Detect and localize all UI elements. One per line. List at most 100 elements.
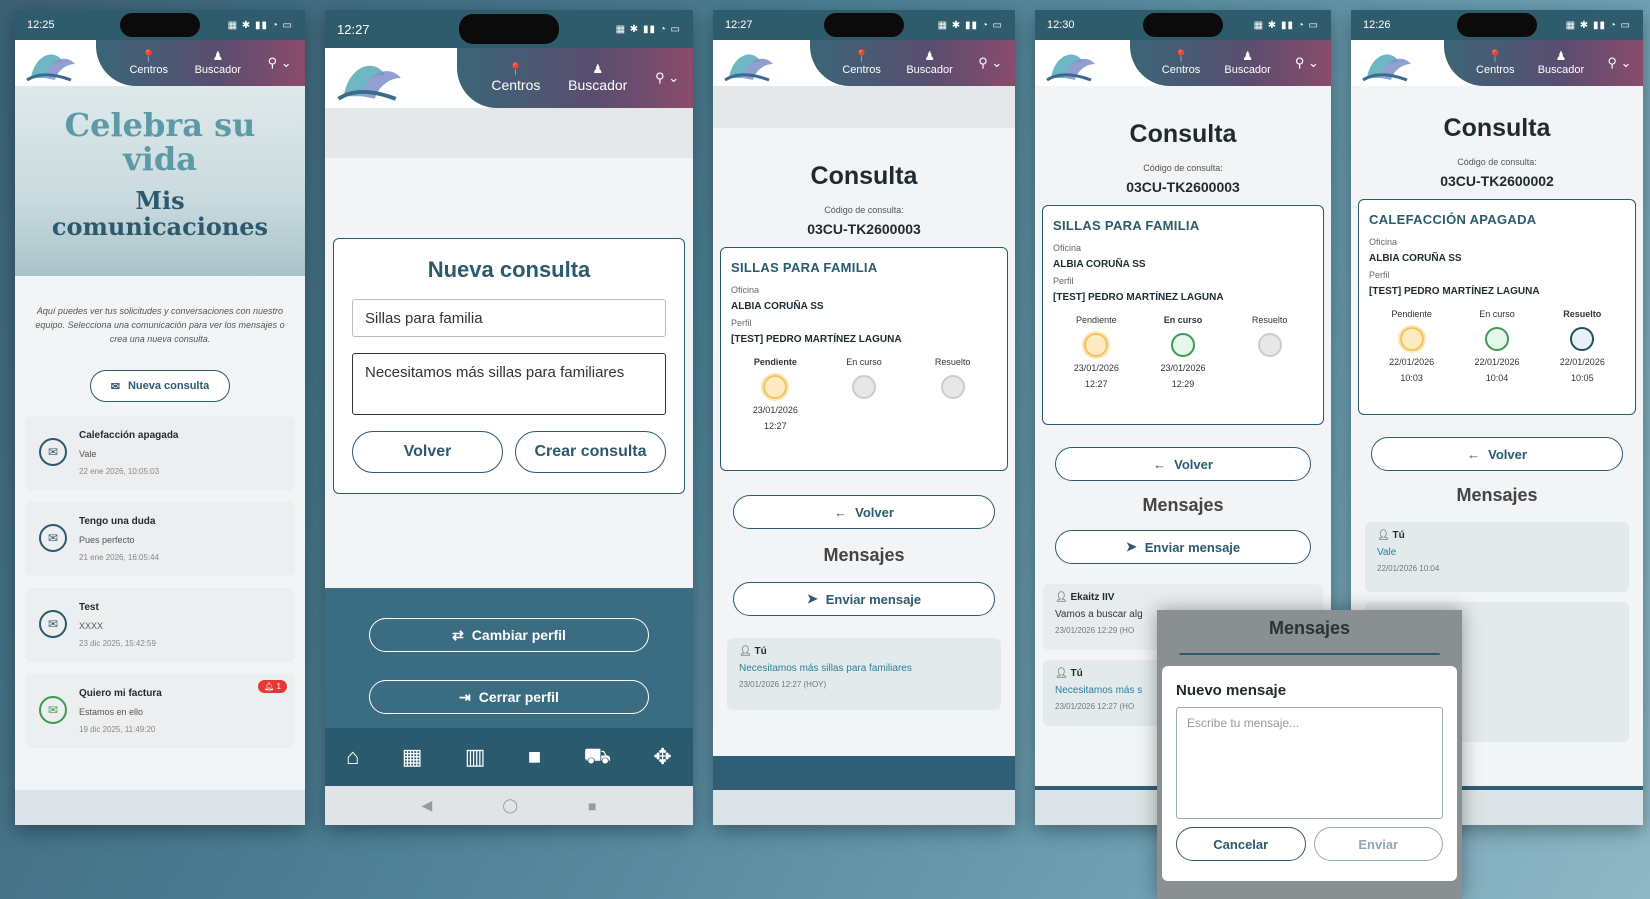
nav-buscador[interactable]: ♟ Buscador bbox=[1224, 50, 1270, 76]
person-search-icon: ♟ bbox=[592, 62, 604, 76]
status-icons: ▦ ✱ ▮▮ ◔ ▭ bbox=[227, 19, 293, 31]
calendar-icon[interactable]: ▦ bbox=[402, 744, 423, 770]
step-resolved: Resuelto bbox=[909, 357, 997, 431]
modal-backdrop: Mensajes Nuevo mensaje Escribe tu mensaj… bbox=[1157, 610, 1462, 899]
app-header: 📍 Centros ♟ Buscador ⚲ ⌄ bbox=[713, 40, 1015, 86]
app-logo[interactable] bbox=[25, 44, 79, 84]
step-resolved: Resuelto bbox=[1227, 315, 1313, 389]
consulta-details-card: CALEFACCIÓN APAGADA Oficina ALBIA CORUÑA… bbox=[1358, 199, 1636, 415]
person-icon: 👤︎ bbox=[1377, 530, 1393, 541]
map-pin-icon: 📍 bbox=[854, 49, 870, 63]
back-button[interactable]: ← Volver bbox=[1371, 437, 1623, 471]
message-textarea[interactable]: Escribe tu mensaje... bbox=[1176, 707, 1443, 819]
person-search-icon: ♟ bbox=[924, 49, 935, 63]
page-title: Consulta bbox=[810, 162, 918, 190]
nav-centros[interactable]: 📍 Centros bbox=[842, 50, 881, 76]
page-title: Consulta bbox=[1129, 120, 1237, 148]
nav-centros[interactable]: 📍 Centros bbox=[129, 50, 168, 76]
profile-value: [TEST] PEDRO MARTÍNEZ LAGUNA bbox=[731, 334, 902, 345]
back-nav-icon[interactable]: ◀ bbox=[422, 797, 433, 814]
bottom-tab-bar: ⌂ ▦ ▥ ■ ⛟ ✥ bbox=[325, 728, 693, 786]
nav-buscador[interactable]: ♟ Buscador bbox=[906, 50, 952, 76]
user-menu[interactable]: ⚲ ⌄ bbox=[1607, 55, 1631, 71]
nav-bar: 📍 Centros ♟ Buscador ⚲ ⌄ bbox=[1129, 40, 1331, 86]
nav-bar: 📍 Centros ♟ Buscador ⚲ ⌄ bbox=[457, 48, 693, 108]
subject-input[interactable]: Sillas para familia bbox=[352, 299, 666, 337]
person-icon: 👤︎ bbox=[1055, 592, 1071, 603]
phone-new-consulta: 12:27 ▦ ✱ ▮▮ ◔ ▭ 📍 Centros ♟ Buscador ⚲ ⌄ N… bbox=[325, 10, 693, 825]
envelope-icon: ✉ bbox=[39, 610, 67, 638]
app-logo[interactable] bbox=[335, 52, 407, 104]
step-in-progress: En curso bbox=[820, 357, 908, 431]
book-icon[interactable]: ▥ bbox=[465, 744, 486, 770]
send-message-button[interactable]: ➤ Enviar mensaje bbox=[1055, 530, 1311, 564]
new-consulta-button[interactable]: ✉ Nueva consulta bbox=[90, 370, 230, 402]
phone-communications-list: 12:25 ▦ ✱ ▮▮ ◔ ▭ 📍 Centros ♟ Buscador ⚲ ⌄ C… bbox=[15, 10, 305, 825]
back-button[interactable]: ← Volver bbox=[733, 495, 995, 529]
consulta-code: 03CU-TK2600003 bbox=[807, 221, 921, 237]
phone-consulta-pending: 12:27 ▦ ✱ ▮▮ ◔ ▭ 📍 Centros ♟ Buscador ⚲ ⌄ C… bbox=[713, 10, 1015, 825]
code-label: Código de consulta: bbox=[824, 205, 904, 215]
body-textarea[interactable]: Necesitamos más sillas para familiares bbox=[352, 353, 666, 415]
messages-title: Mensajes bbox=[823, 545, 905, 565]
nav-buscador[interactable]: ♟ Buscador bbox=[568, 63, 627, 93]
home-nav-icon[interactable]: ◯ bbox=[502, 797, 518, 814]
back-button[interactable]: Volver bbox=[352, 431, 503, 473]
nav-centros[interactable]: 📍 Centros bbox=[1476, 50, 1515, 76]
user-menu[interactable]: ⚲ ⌄ bbox=[655, 70, 679, 86]
change-profile-button[interactable]: ⇄ Cambiar perfil bbox=[369, 618, 649, 652]
close-profile-button[interactable]: ⇥ Cerrar perfil bbox=[369, 680, 649, 714]
envelope-icon: ✉ bbox=[110, 380, 120, 393]
app-logo[interactable] bbox=[1361, 44, 1415, 84]
nav-buscador[interactable]: ♟ Buscador bbox=[195, 50, 241, 76]
status-bar: 12:27 ▦ ✱ ▮▮ ◔ ▭ bbox=[713, 10, 1015, 40]
user-icon: ⚲ ⌄ bbox=[267, 55, 292, 70]
status-bar: 12:26 ▦ ✱ ▮▮ ◔ ▭ bbox=[1351, 10, 1643, 40]
consulta-subject: CALEFACCIÓN APAGADA bbox=[1369, 212, 1537, 227]
message-item: 👤︎ Tú Vale 22/01/2026 10:04 bbox=[1365, 522, 1629, 592]
status-tracker: Pendiente 22/01/2026 10:03 En curso 22/01/2… bbox=[1369, 309, 1625, 383]
paper-plane-icon: ➤ bbox=[1125, 539, 1137, 554]
messages-title: Mensajes bbox=[1456, 485, 1538, 505]
status-bar: 12:30 ▦ ✱ ▮▮ ◔ ▭ bbox=[1035, 10, 1331, 40]
cancel-button[interactable]: Cancelar bbox=[1176, 827, 1306, 861]
user-menu[interactable]: ⚲ ⌄ bbox=[268, 55, 292, 71]
list-item[interactable]: ✉ Quiero mi factura Estamos en ello 19 dic … bbox=[25, 674, 295, 748]
list-item[interactable]: ✉ Tengo una duda Pues perfecto 21 ene 2026,… bbox=[25, 502, 295, 576]
modal-bg-title: Mensajes bbox=[1268, 618, 1351, 638]
consulta-code: 03CU-TK2600003 bbox=[1126, 179, 1240, 195]
status-tracker: Pendiente 23/01/2026 12:27 En curso Resuel… bbox=[731, 357, 997, 431]
consulta-subject: SILLAS PARA FAMILIA bbox=[1053, 218, 1200, 233]
paper-plane-icon: ➤ bbox=[806, 591, 818, 606]
pinwheel-icon[interactable]: ✥ bbox=[653, 744, 671, 770]
arrow-left-icon: ← bbox=[1467, 446, 1481, 462]
video-icon[interactable]: ■ bbox=[528, 744, 541, 770]
page-title: Consulta bbox=[1443, 114, 1551, 142]
send-button[interactable]: Enviar bbox=[1313, 827, 1443, 861]
bell-icon: 🔔︎ bbox=[264, 682, 277, 691]
recents-nav-icon[interactable]: ■ bbox=[588, 798, 596, 814]
user-menu[interactable]: ⚲ ⌄ bbox=[978, 55, 1002, 71]
messages-title: Mensajes bbox=[1142, 495, 1224, 515]
nav-centros[interactable]: 📍 Centros bbox=[1162, 50, 1201, 76]
user-menu[interactable]: ⚲ ⌄ bbox=[1295, 55, 1319, 71]
home-icon[interactable]: ⌂ bbox=[346, 744, 359, 770]
list-item[interactable]: ✉ Test XXXX 23 dic 2025, 15:42:59 bbox=[25, 588, 295, 662]
step-in-progress: En curso 22/01/2026 10:04 bbox=[1474, 309, 1520, 383]
list-item[interactable]: ✉ Calefacción apagada Vale 22 ene 2026, 10:… bbox=[25, 416, 295, 490]
user-icon: ⚲ ⌄ bbox=[655, 70, 680, 85]
nav-buscador[interactable]: ♟ Buscador bbox=[1538, 50, 1584, 76]
person-icon: 👤︎ bbox=[1055, 668, 1071, 679]
step-pending: Pendiente 23/01/2026 12:27 bbox=[752, 357, 798, 431]
nav-centros[interactable]: 📍 Centros bbox=[491, 63, 540, 93]
hero-title: Celebra su vida bbox=[64, 106, 256, 178]
create-consulta-button[interactable]: Crear consulta bbox=[515, 431, 666, 473]
send-message-button[interactable]: ➤ Enviar mensaje bbox=[733, 582, 995, 616]
app-logo[interactable] bbox=[723, 44, 777, 84]
back-button[interactable]: ← Volver bbox=[1055, 447, 1311, 481]
profile-value: [TEST] PEDRO MARTÍNEZ LAGUNA bbox=[1369, 286, 1540, 297]
person-search-icon: ♟ bbox=[1242, 49, 1253, 63]
app-logo[interactable] bbox=[1045, 44, 1099, 84]
user-icon: ⚲ ⌄ bbox=[978, 55, 1003, 70]
cart-icon[interactable]: ⛟ bbox=[583, 743, 611, 772]
